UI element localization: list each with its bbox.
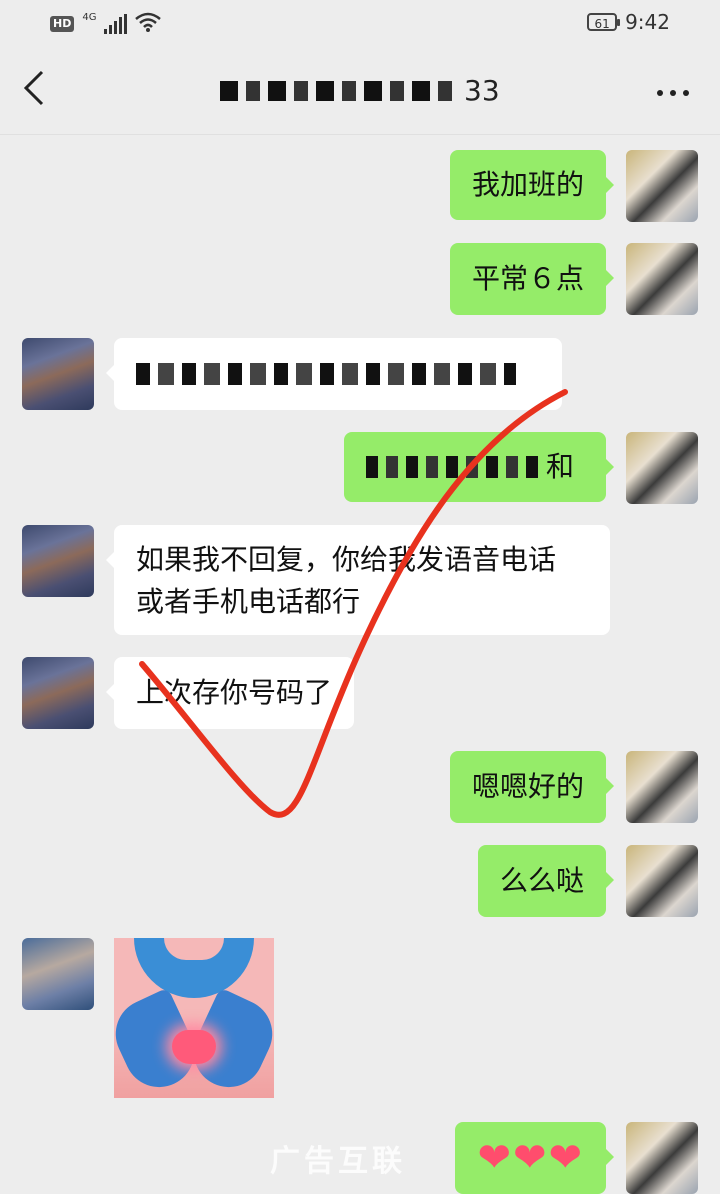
message-bubble[interactable]: 嗯嗯好的	[449, 751, 615, 823]
redacted-text	[366, 456, 546, 478]
my-avatar[interactable]	[626, 845, 698, 917]
chat-title: 33	[220, 74, 500, 107]
contact-avatar[interactable]	[22, 657, 94, 729]
message-bubble[interactable]: 如果我不回复，你给我发语音电话 或者手机电话都行	[106, 525, 610, 635]
message-text: 上次存你号码了	[136, 676, 333, 709]
message-bubble[interactable]: 平常６点	[449, 243, 615, 315]
watermark: 广告互联	[270, 1144, 406, 1179]
hd-badge: HD	[50, 16, 75, 32]
message-bubble[interactable]: 和	[344, 432, 614, 502]
chat-header: 33	[0, 50, 720, 135]
wifi-icon	[135, 12, 162, 36]
message-text: 我加班的	[471, 168, 584, 201]
contact-avatar[interactable]	[22, 338, 94, 410]
my-avatar[interactable]	[626, 150, 698, 222]
message-text-line: 或者手机电话都行	[136, 585, 361, 618]
my-avatar[interactable]	[626, 1122, 698, 1194]
hearts-emoji: ❤❤❤	[477, 1135, 584, 1181]
network-type: 4G	[82, 12, 97, 23]
status-bar: HD 4G 61 9:42	[0, 0, 720, 50]
title-redacted	[220, 80, 460, 101]
contact-avatar[interactable]	[22, 938, 94, 1010]
my-avatar[interactable]	[626, 751, 698, 823]
message-bubble[interactable]: 我加班的	[449, 150, 615, 220]
message-text: 么么哒	[499, 864, 584, 897]
title-suffix: 33	[464, 74, 500, 107]
message-text: 嗯嗯好的	[471, 770, 584, 803]
battery-level: 61	[594, 17, 610, 31]
message-bubble[interactable]: 么么哒	[477, 845, 615, 917]
signal-icon	[104, 14, 128, 34]
clock: 9:42	[625, 10, 670, 34]
my-avatar[interactable]	[626, 432, 698, 504]
redacted-text	[136, 363, 516, 385]
contact-avatar[interactable]	[22, 525, 94, 597]
message-text: 和	[546, 450, 575, 483]
message-bubble[interactable]: ❤❤❤	[455, 1122, 614, 1194]
chevron-left-icon[interactable]	[22, 68, 46, 117]
message-bubble[interactable]: 上次存你号码了	[105, 657, 355, 729]
heart-icon	[172, 1030, 216, 1064]
message-text-line: 如果我不回复，你给我发语音电话	[136, 543, 557, 576]
more-dots-icon[interactable]	[656, 72, 690, 105]
my-avatar[interactable]	[626, 243, 698, 315]
heart-hands-sticker[interactable]	[114, 938, 274, 1098]
message-text: 平常６点	[471, 262, 584, 295]
message-bubble[interactable]	[106, 338, 562, 410]
battery-icon: 61	[587, 13, 621, 31]
